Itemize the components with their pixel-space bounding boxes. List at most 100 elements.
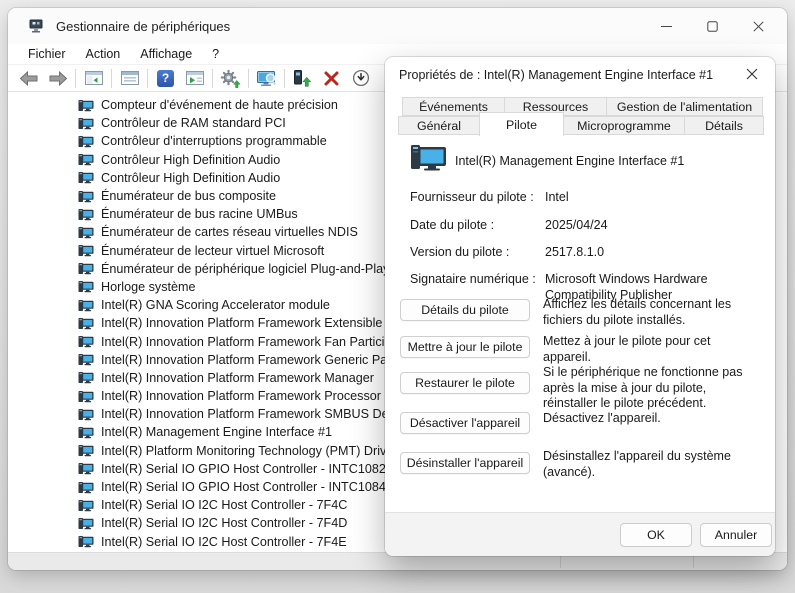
system-device-icon	[78, 462, 94, 475]
update-driver-icon[interactable]	[218, 66, 243, 90]
tree-item-label: Intel(R) Serial IO I2C Host Controller -…	[101, 535, 347, 549]
cancel-button[interactable]: Annuler	[700, 523, 772, 547]
maximize-icon[interactable]	[689, 10, 735, 42]
tab-pilote[interactable]: Pilote	[479, 112, 564, 136]
tree-item-label: Intel(R) GNA Scoring Accelerator module	[101, 298, 330, 312]
tree-item-label: Contrôleur d'interruptions programmable	[101, 134, 327, 148]
system-device-icon	[78, 171, 94, 184]
field-value: 2025/04/24	[545, 218, 769, 234]
tree-item-label: Intel(R) Innovation Platform Framework S…	[101, 407, 411, 421]
tree-item-label: Intel(R) Platform Monitoring Technology …	[101, 444, 398, 458]
tree-item-label: Intel(R) Innovation Platform Framework M…	[101, 371, 374, 385]
close-icon[interactable]	[735, 61, 769, 87]
action-description: Si le périphérique ne fonctionne pas apr…	[543, 365, 759, 412]
tab-microprogramme[interactable]: Microprogramme	[563, 116, 685, 135]
tree-item-label: Horloge système	[101, 280, 196, 294]
roll-back-driver-button[interactable]: Restaurer le pilote	[400, 372, 530, 394]
field-label: Version du pilote :	[410, 245, 509, 259]
tree-item-label: Compteur d'événement de haute précision	[101, 98, 338, 112]
tree-item-label: Intel(R) Innovation Platform Framework F…	[101, 335, 409, 349]
device-name: Intel(R) Management Engine Interface #1	[455, 154, 684, 168]
system-device-icon	[78, 535, 94, 548]
toolbar-group	[290, 66, 373, 90]
system-device-icon	[78, 517, 94, 530]
toolbar-group	[254, 66, 279, 90]
tree-item-label: Intel(R) Management Engine Interface #1	[101, 425, 332, 439]
system-device-icon	[78, 153, 94, 166]
toolbar-separator	[111, 69, 112, 88]
toolbar-separator	[212, 69, 213, 88]
action-description: Désinstallez l'appareil du système (avan…	[543, 449, 759, 480]
system-device-icon	[78, 353, 94, 366]
system-device-icon	[78, 499, 94, 512]
action-description: Affichez les détails concernant les fich…	[543, 297, 759, 328]
system-device-icon	[78, 190, 94, 203]
forward-icon[interactable]	[45, 66, 70, 90]
driver-details-button[interactable]: Détails du pilote	[400, 299, 530, 321]
system-device-icon	[78, 481, 94, 494]
uninstall-device-button[interactable]: Désinstaller l'appareil	[400, 452, 530, 474]
system-device-icon	[78, 390, 94, 403]
divider	[560, 555, 561, 568]
system-device-icon	[78, 208, 94, 221]
tree-item-label: Énumérateur de bus racine UMBus	[101, 207, 298, 221]
system-device-icon	[78, 99, 94, 112]
toolbar-group	[81, 66, 106, 90]
properties-dialog: Propriétés de : Intel(R) Management Engi…	[385, 57, 775, 556]
tree-item-label: Intel(R) Innovation Platform Framework E…	[101, 316, 415, 330]
tree-item-label: Énumérateur de lecteur virtuel Microsoft	[101, 244, 324, 258]
tree-item-label: Énumérateur de périphérique logiciel Plu…	[101, 262, 389, 276]
tab-gestiondelalimentation[interactable]: Gestion de l'alimentation	[606, 97, 763, 116]
close-icon[interactable]	[735, 10, 781, 42]
tree-item-label: Intel(R) Serial IO I2C Host Controller -…	[101, 498, 347, 512]
device-icon	[410, 143, 448, 173]
dialog-title: Propriétés de : Intel(R) Management Engi…	[399, 68, 713, 82]
disable-device-button[interactable]: Désactiver l'appareil	[400, 412, 530, 434]
toolbar-separator	[75, 69, 76, 88]
toolbar-separator	[248, 69, 249, 88]
tab-détails[interactable]: Détails	[684, 116, 764, 135]
disable-device-icon[interactable]	[348, 66, 373, 90]
system-device-icon	[78, 299, 94, 312]
menu-item-action[interactable]: Action	[76, 45, 131, 63]
back-icon[interactable]	[16, 66, 41, 90]
menu-item-[interactable]: ?	[202, 45, 229, 63]
ok-button[interactable]: OK	[620, 523, 692, 547]
system-device-icon	[78, 371, 94, 384]
system-device-icon	[78, 335, 94, 348]
menu-item-fichier[interactable]: Fichier	[18, 45, 76, 63]
action-description: Désactivez l'appareil.	[543, 411, 759, 427]
field-value: 2517.8.1.0	[545, 245, 769, 261]
tree-item-label: Intel(R) Serial IO I2C Host Controller -…	[101, 516, 347, 530]
action-pane-icon[interactable]	[182, 66, 207, 90]
menu-item-affichage[interactable]: Affichage	[130, 45, 202, 63]
console-tree-icon[interactable]	[81, 66, 106, 90]
system-device-icon	[78, 280, 94, 293]
system-device-icon	[78, 444, 94, 457]
update-driver-button[interactable]: Mettre à jour le pilote	[400, 336, 530, 358]
scan-hardware-icon[interactable]	[254, 66, 279, 90]
toolbar-group	[117, 66, 142, 90]
system-device-icon	[78, 226, 94, 239]
system-device-icon	[78, 317, 94, 330]
system-device-icon	[78, 426, 94, 439]
tab-row-back: ÉvénementsRessourcesGestion de l'aliment…	[402, 97, 762, 116]
tab-général[interactable]: Général	[398, 116, 480, 135]
minimize-icon[interactable]	[643, 10, 689, 42]
tree-item-label: Énumérateur de bus composite	[101, 189, 276, 203]
system-device-icon	[78, 408, 94, 421]
tree-item-label: Contrôleur High Definition Audio	[101, 153, 280, 167]
toolbar-group	[16, 66, 70, 90]
device-manager-icon	[28, 18, 44, 34]
toolbar-group	[218, 66, 243, 90]
system-device-icon	[78, 244, 94, 257]
add-driver-icon[interactable]	[290, 66, 315, 90]
toolbar-separator	[147, 69, 148, 88]
toolbar-group: ?	[153, 66, 207, 90]
properties-icon[interactable]	[117, 66, 142, 90]
titlebar: Gestionnaire de périphériques	[8, 8, 787, 44]
help-icon[interactable]: ?	[153, 66, 178, 90]
field-label: Date du pilote :	[410, 218, 494, 232]
uninstall-device-icon[interactable]	[319, 66, 344, 90]
dialog-footer: OK Annuler	[385, 512, 775, 556]
